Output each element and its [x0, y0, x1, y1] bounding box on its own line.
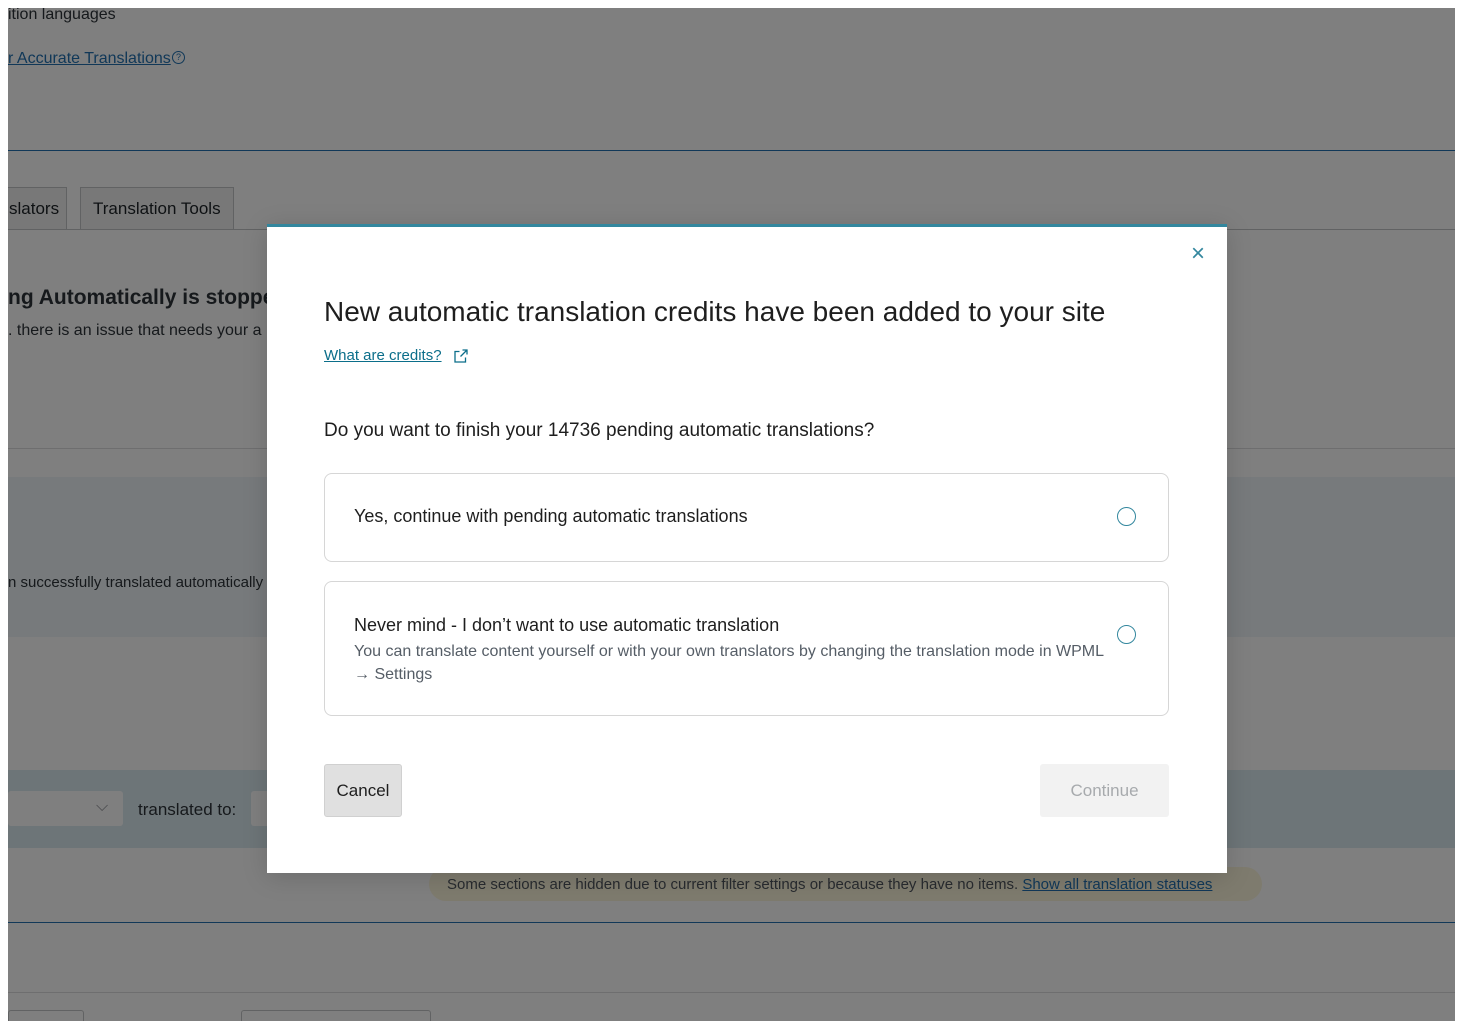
- radio-icon[interactable]: [1117, 507, 1136, 526]
- option-continue-pending[interactable]: Yes, continue with pending automatic tra…: [324, 473, 1169, 562]
- radio-icon[interactable]: [1117, 625, 1136, 644]
- cancel-button[interactable]: Cancel: [324, 764, 402, 817]
- option-never-mind[interactable]: Never mind - I don’t want to use automat…: [324, 581, 1169, 716]
- pending-question: Do you want to finish your 14736 pending…: [324, 420, 875, 441]
- option-title: Never mind - I don’t want to use automat…: [354, 615, 780, 635]
- option-description: You can translate content yourself or wi…: [354, 643, 1104, 683]
- dialog-title: New automatic translation credits have b…: [324, 296, 1106, 327]
- external-link-icon[interactable]: [453, 348, 469, 364]
- what-are-credits-link[interactable]: What are credits?: [324, 347, 442, 364]
- option-title: Yes, continue with pending automatic tra…: [354, 506, 748, 526]
- close-icon[interactable]: ×: [1186, 242, 1210, 266]
- credits-dialog: × New automatic translation credits have…: [267, 224, 1227, 873]
- continue-button[interactable]: Continue: [1040, 764, 1169, 817]
